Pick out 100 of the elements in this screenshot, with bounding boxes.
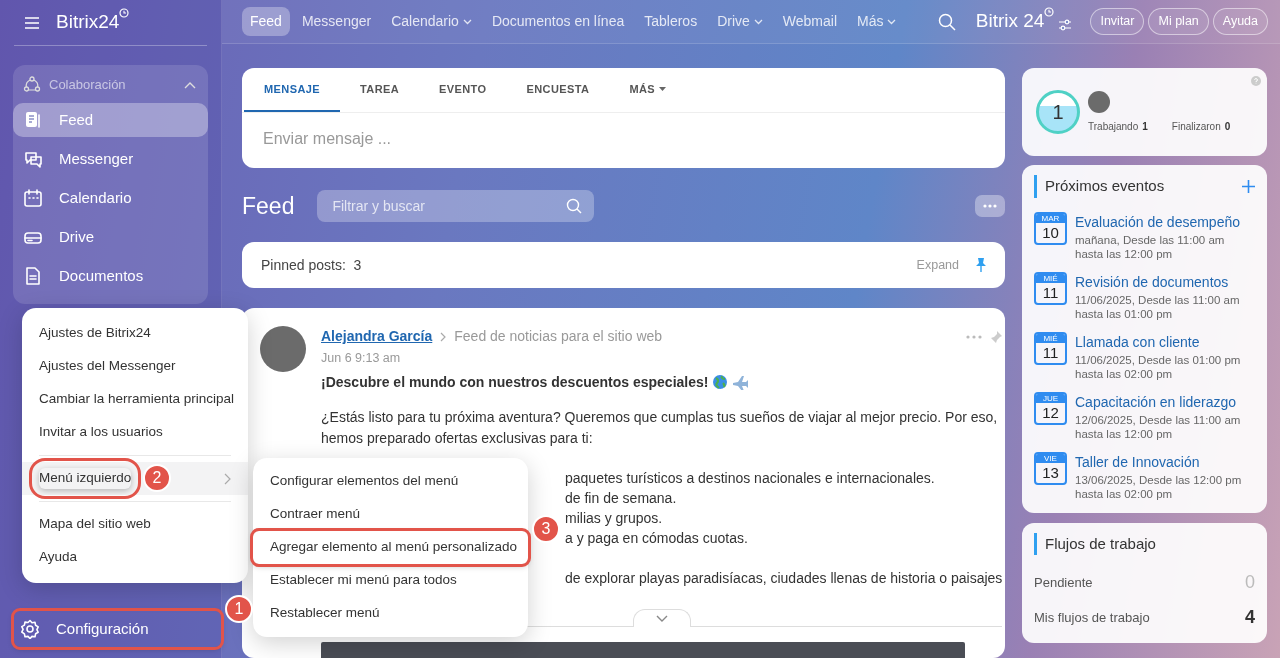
- menu-item[interactable]: Restablecer menú: [253, 597, 528, 630]
- caret-icon: [659, 87, 667, 91]
- menu-item[interactable]: Mapa del sitio web: [22, 508, 248, 541]
- composer-tab[interactable]: MENSAJE: [244, 68, 340, 112]
- sidebar-item[interactable]: Drive: [13, 220, 208, 254]
- globe-icon: [712, 374, 729, 391]
- post-text-line: milias y grupos.: [565, 508, 664, 528]
- month-label: JUE: [1036, 393, 1065, 403]
- event-link[interactable]: Revisión de documentos: [1075, 271, 1245, 293]
- event-time: 11/06/2025, Desde las 01:00 pm hasta las 02:00 pm: [1075, 352, 1242, 381]
- composer-tab[interactable]: ENCUESTA: [506, 68, 610, 112]
- post-text-line: paquetes turísticos a destinos nacionales e internacionales.: [565, 468, 936, 488]
- status-circle[interactable]: 1: [1036, 90, 1080, 134]
- stat-label: Trabajando: [1088, 119, 1139, 134]
- event-link[interactable]: Taller de Innovación: [1075, 451, 1245, 473]
- expand-button[interactable]: [632, 608, 691, 627]
- menu-item[interactable]: Cambiar la herramienta principal: [22, 383, 248, 416]
- workflow-row[interactable]: Mis flujos de trabajo 4: [1034, 600, 1255, 635]
- workflow-label: Mis flujos de trabajo: [1034, 608, 1150, 627]
- chat-bubbles-icon: [23, 149, 43, 169]
- stat-count: 0: [1224, 119, 1231, 134]
- menu-item[interactable]: Ajustes del Messenger: [22, 350, 248, 383]
- stat-label: Finalizaron: [1171, 119, 1221, 134]
- page-title: Feed: [242, 191, 295, 221]
- settings-button[interactable]: Configuración: [14, 611, 221, 647]
- expand-link[interactable]: Expand: [916, 255, 959, 275]
- clock-icon: [119, 8, 130, 19]
- event-time: mañana, Desde las 11:00 am hasta las 12:00 pm: [1075, 232, 1226, 261]
- sidebar-item[interactable]: Calendario: [13, 181, 208, 215]
- day-number: 11: [1041, 342, 1060, 363]
- day-number: 12: [1041, 402, 1060, 423]
- menu-item[interactable]: Agregar elemento al menú personalizado: [253, 531, 528, 564]
- month-label: VIE: [1036, 453, 1065, 463]
- settings-icon: [20, 619, 40, 639]
- sidebar-item[interactable]: Documentos: [13, 259, 208, 293]
- menu-item[interactable]: Establecer mi menú para todos: [253, 564, 528, 597]
- stat-count: 1: [1142, 119, 1148, 134]
- more-icon[interactable]: [966, 334, 983, 339]
- chevron-right-icon: [440, 331, 447, 342]
- help-icon[interactable]: [1251, 76, 1261, 86]
- composer-tab[interactable]: MÁS: [609, 68, 687, 112]
- post-text-line: de fin de semana.: [565, 488, 678, 508]
- event-link[interactable]: Evaluación de desempeño: [1075, 211, 1245, 233]
- menu-icon[interactable]: [24, 16, 40, 29]
- composer-tab[interactable]: TAREA: [340, 68, 420, 112]
- chevron-right-icon: [224, 472, 231, 485]
- caret-icon: [887, 18, 897, 25]
- airplane-icon: [732, 374, 749, 391]
- author-link[interactable]: Alejandra García: [321, 326, 433, 347]
- day-number: 10: [1041, 222, 1060, 243]
- event-link[interactable]: Capacitación en liderazgo: [1075, 391, 1245, 413]
- month-label: MAR: [1036, 213, 1065, 223]
- menu-item[interactable]: Configurar elementos del menú: [253, 465, 528, 498]
- nav-tab[interactable]: Webmail: [774, 7, 845, 36]
- nav-tab[interactable]: Tableros: [636, 7, 706, 36]
- logo[interactable]: Bitrix 24: [975, 7, 1045, 36]
- post-text-line: a y paga en cómodas cuotas.: [565, 528, 749, 548]
- plus-icon[interactable]: [1242, 179, 1255, 193]
- post-date: Jun 6 9:13 am: [321, 350, 402, 367]
- day-number: 13: [1041, 462, 1060, 483]
- workflow-count: 4: [1245, 606, 1255, 629]
- search-icon[interactable]: [937, 12, 956, 31]
- post-title: ¡Descubre el mundo con nuestros descuentos especiales!: [321, 372, 709, 392]
- more-button[interactable]: [975, 195, 1005, 217]
- nav-tab[interactable]: Drive: [709, 7, 771, 36]
- group-title: Colaboración: [49, 76, 127, 95]
- workflow-row[interactable]: Pendiente 0: [1034, 565, 1255, 600]
- menu-item[interactable]: Ayuda: [22, 541, 248, 574]
- chevron-up-icon[interactable]: [184, 81, 196, 89]
- composer-tab[interactable]: EVENTO: [419, 68, 507, 112]
- event-link[interactable]: Llamada con cliente: [1075, 331, 1245, 353]
- logo[interactable]: Bitrix24: [56, 8, 120, 37]
- sidebar-item[interactable]: Messenger: [13, 142, 208, 176]
- nav-tab[interactable]: Más: [849, 7, 905, 36]
- nav-tab[interactable]: Calendario: [383, 7, 480, 36]
- chevron-down-icon: [655, 614, 668, 622]
- post-paragraph: ¿Estás listo para tu próxima aventura? Queremos que cumplas tus sueños de viajar al mejor precio. Por eso, hemos preparado ofertas exclusivas para ti:: [321, 407, 999, 448]
- caret-icon: [462, 18, 472, 25]
- document-icon: [23, 110, 43, 130]
- sliders-icon[interactable]: [1058, 18, 1073, 31]
- menu-item[interactable]: Invitar a los usuarios: [22, 416, 248, 449]
- document-icon: [23, 266, 43, 286]
- event-time: 11/06/2025, Desde las 11:00 am hasta las 01:00 pm: [1075, 292, 1241, 321]
- day-number: 11: [1041, 282, 1060, 303]
- header-button[interactable]: Invitar: [1090, 8, 1145, 35]
- nav-tab[interactable]: Documentos en línea: [483, 7, 633, 36]
- nav-tab[interactable]: Messenger: [293, 7, 380, 36]
- event-time: 12/06/2025, Desde las 11:00 am hasta las 12:00 pm: [1075, 412, 1242, 441]
- workflow-label: Pendiente: [1034, 573, 1093, 592]
- clock-icon: [1044, 7, 1055, 18]
- step-number-badge: 1: [225, 595, 253, 623]
- post-text-line: de explorar playas paradisíacas, ciudades llenas de historia o paisajes: [565, 568, 1003, 588]
- month-label: MIÉ: [1036, 333, 1065, 343]
- event-time: 13/06/2025, Desde las 12:00 pm hasta las 02:00 pm: [1075, 472, 1243, 501]
- network-icon: [23, 76, 41, 94]
- calendar-icon: [23, 188, 43, 208]
- step-number-badge: 2: [143, 464, 171, 492]
- menu-item[interactable]: Ajustes de Bitrix24: [22, 317, 248, 350]
- menu-item[interactable]: Contraer menú: [253, 498, 528, 531]
- avatar: [260, 326, 306, 372]
